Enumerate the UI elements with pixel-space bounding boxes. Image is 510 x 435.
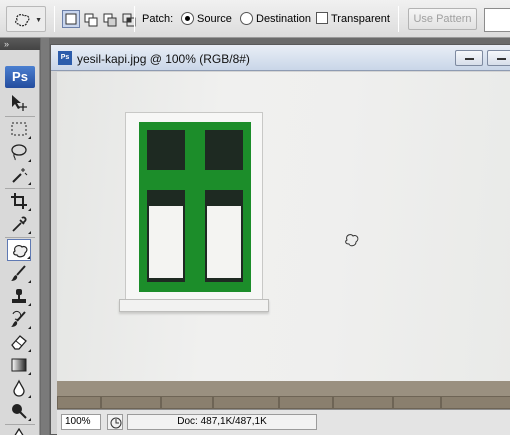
subtract-selection-icon	[103, 13, 117, 27]
patch-tool[interactable]	[7, 239, 31, 261]
status-bar: 100% Doc: 487,1K/487,1K	[57, 409, 510, 435]
eyedropper-tool[interactable]	[7, 213, 31, 235]
brush-icon	[11, 265, 26, 281]
rectangular-marquee-icon	[11, 122, 27, 136]
gradient-tool[interactable]	[7, 354, 31, 376]
clone-stamp-tool[interactable]	[7, 285, 31, 307]
add-selection-icon	[84, 13, 98, 27]
green-window	[139, 122, 251, 292]
patch-label: Patch:	[142, 13, 174, 25]
blur-tool[interactable]	[7, 377, 31, 399]
history-brush-tool[interactable]	[7, 308, 31, 330]
patch-cursor-icon	[345, 234, 359, 247]
crop-icon	[11, 193, 27, 209]
eraser-tool[interactable]	[7, 331, 31, 353]
chevron-down-icon: ▼	[35, 17, 42, 24]
pattern-picker[interactable]	[484, 8, 510, 32]
status-menu-button[interactable]	[107, 414, 123, 430]
document-titlebar[interactable]: Ps yesil-kapi.jpg @ 100% (RGB/8#)	[51, 45, 510, 71]
marquee-tool[interactable]	[7, 118, 31, 140]
document-size-info: Doc: 487,1K/487,1K	[127, 414, 317, 430]
divider	[398, 6, 399, 32]
panel-dock-strip	[41, 38, 49, 435]
transparent-checkbox[interactable]	[316, 12, 328, 24]
toolbox: » Ps	[0, 38, 40, 435]
lasso-tool[interactable]	[7, 141, 31, 163]
minimize-icon	[465, 57, 474, 60]
eraser-icon	[11, 335, 27, 350]
transparent-label[interactable]: Transparent	[331, 13, 390, 25]
minimize-button[interactable]	[455, 50, 483, 66]
maximize-icon	[497, 57, 506, 60]
clone-stamp-icon	[12, 289, 26, 303]
dodge-tool[interactable]	[7, 400, 31, 422]
magic-wand-icon	[12, 168, 28, 183]
dodge-icon	[12, 404, 27, 419]
window-sill	[119, 299, 269, 312]
add-to-selection-button[interactable]	[81, 10, 99, 28]
lasso-icon	[11, 144, 27, 161]
pen-icon	[14, 428, 24, 435]
zoom-field[interactable]: 100%	[61, 414, 101, 430]
crop-tool[interactable]	[7, 190, 31, 212]
history-brush-icon	[11, 310, 26, 327]
stone-base	[57, 381, 510, 409]
use-pattern-button[interactable]: Use Pattern	[408, 8, 477, 30]
move-tool[interactable]	[7, 92, 31, 114]
new-selection-button[interactable]	[62, 10, 80, 28]
pen-tool[interactable]	[7, 426, 31, 435]
source-radio[interactable]	[181, 12, 194, 25]
source-label[interactable]: Source	[197, 13, 232, 25]
image-canvas[interactable]	[57, 72, 510, 409]
photoshop-document-icon: Ps	[58, 51, 72, 65]
photoshop-logo[interactable]: Ps	[5, 66, 35, 88]
document-title: yesil-kapi.jpg @ 100% (RGB/8#)	[77, 52, 250, 66]
maximize-button[interactable]	[487, 50, 510, 66]
document-window: Ps yesil-kapi.jpg @ 100% (RGB/8#) 100% D…	[50, 44, 510, 435]
window-pane	[147, 130, 185, 170]
divider	[134, 6, 135, 32]
tool-preset-picker[interactable]: ▼	[6, 6, 46, 32]
blur-drop-icon	[13, 379, 25, 397]
toolbox-grip[interactable]: »	[0, 38, 40, 50]
new-selection-icon	[65, 13, 77, 25]
patch-tool-icon	[15, 14, 30, 27]
brush-tool[interactable]	[7, 262, 31, 284]
divider	[54, 6, 55, 32]
destination-label[interactable]: Destination	[256, 13, 311, 25]
options-bar: ▼ Patch: Source Destination Transparent …	[0, 0, 510, 38]
destination-radio[interactable]	[240, 12, 253, 25]
subtract-from-selection-button[interactable]	[100, 10, 118, 28]
gradient-icon	[11, 358, 27, 372]
window-pane	[205, 130, 243, 170]
move-icon	[12, 95, 27, 111]
magic-wand-tool[interactable]	[7, 164, 31, 186]
eyedropper-icon	[12, 216, 27, 232]
curtain	[207, 206, 241, 278]
curtain	[149, 206, 183, 278]
navigator-icon	[110, 417, 122, 429]
